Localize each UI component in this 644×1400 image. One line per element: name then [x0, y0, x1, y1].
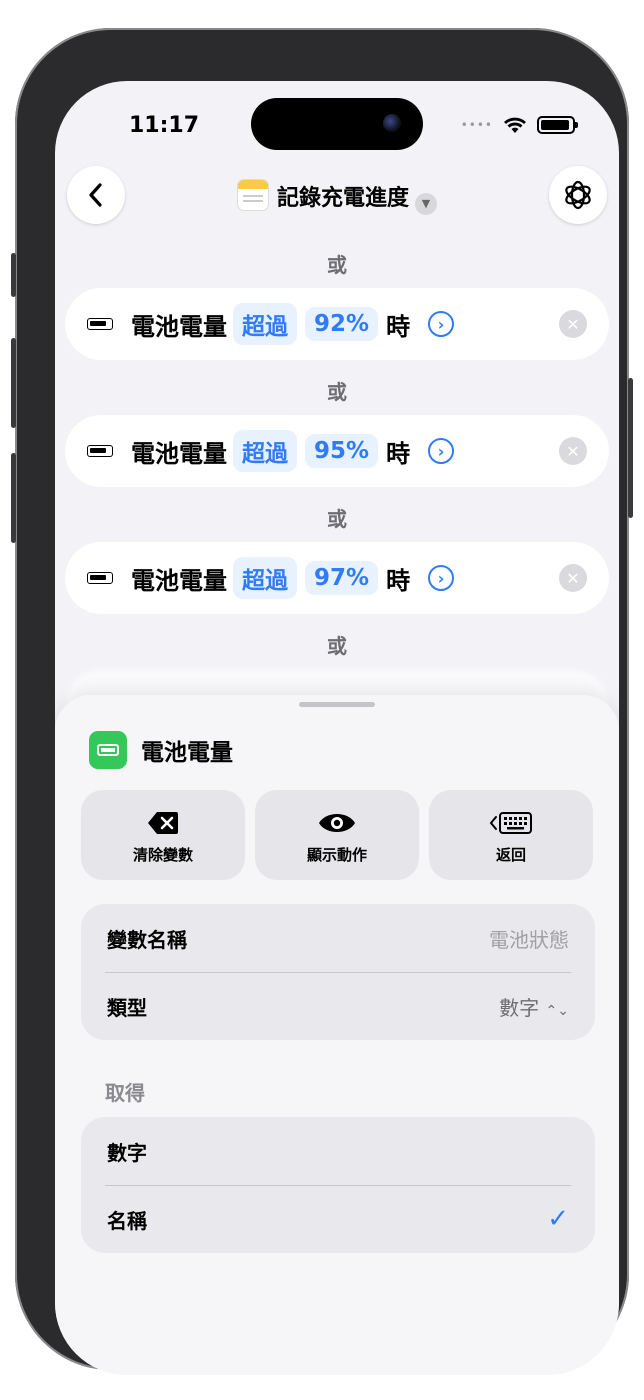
sheet-grabber[interactable]: [299, 702, 375, 707]
battery-status-icon: [537, 116, 578, 134]
eye-icon: [319, 813, 355, 832]
delete-backward-icon: [148, 811, 178, 834]
or-separator: 或: [327, 507, 347, 531]
battery-icon: [87, 445, 113, 457]
battery-icon: [87, 572, 113, 584]
chevron-up-down-icon: ⌃⌄: [545, 1002, 569, 1019]
wifi-icon: [504, 117, 526, 133]
variable-name-row[interactable]: 變數名稱 電池狀態: [81, 904, 595, 972]
variable-type-select[interactable]: 數字 ⌃⌄: [499, 992, 569, 1021]
condition-value[interactable]: 97%: [305, 561, 379, 595]
action-button: [11, 253, 16, 297]
checkmark-icon: ✓: [547, 1204, 569, 1234]
gear-icon: [565, 180, 591, 210]
sheet-title: 電池電量: [141, 740, 233, 766]
signal-icon: ••••: [460, 118, 493, 132]
battery-app-icon: [89, 731, 127, 769]
shortcut-title-text: 記錄充電進度: [276, 186, 409, 211]
status-time: 11:17: [129, 113, 200, 138]
option-name-label: 名稱: [107, 1208, 147, 1233]
condition-operator[interactable]: 超過: [233, 303, 297, 345]
chevron-right-circle-icon[interactable]: ›: [428, 438, 455, 464]
camera-icon: [383, 114, 401, 132]
screen: 11:17 •••• 記錄充電進度 ▼ 或 電池電量 超過 92% 時 › ✕ …: [55, 81, 619, 1375]
volume-up-button: [11, 338, 16, 428]
or-separator: 或: [327, 253, 347, 277]
variable-sheet: 電池電量 清除變數 顯示動作 返回 變數名稱 電池狀態 類型 數字 ⌃⌄ 取得 …: [55, 695, 619, 1375]
clear-variable-label: 清除變數: [132, 845, 193, 864]
return-label: 返回: [495, 845, 526, 864]
condition-operator[interactable]: 超過: [233, 557, 297, 599]
notes-app-icon: [236, 179, 269, 211]
settings-button[interactable]: [549, 166, 607, 224]
condition-label: 電池電量: [131, 312, 227, 341]
status-icons: ••••: [460, 116, 578, 134]
variable-type-label: 類型: [107, 995, 147, 1020]
show-action-label: 顯示動作: [306, 845, 367, 864]
condition-suffix: 時: [386, 312, 411, 341]
condition-row[interactable]: 電池電量 超過 95% 時 › ✕: [65, 415, 609, 487]
chevron-right-circle-icon[interactable]: ›: [428, 311, 455, 337]
remove-condition-button[interactable]: ✕: [559, 564, 587, 592]
battery-icon: [87, 318, 113, 330]
condition-suffix: 時: [386, 566, 411, 595]
power-button: [628, 378, 633, 518]
option-number-label: 數字: [107, 1140, 147, 1165]
phone-frame: 11:17 •••• 記錄充電進度 ▼ 或 電池電量 超過 92% 時 › ✕ …: [11, 28, 633, 1375]
condition-label: 電池電量: [131, 439, 227, 468]
get-options-group: 數字 名稱 ✓: [81, 1117, 595, 1253]
or-separator: 或: [327, 634, 347, 658]
condition-operator[interactable]: 超過: [233, 430, 297, 472]
condition-suffix: 時: [386, 439, 411, 468]
return-button[interactable]: 返回: [429, 790, 593, 880]
chevron-right-circle-icon[interactable]: ›: [428, 565, 455, 591]
option-name[interactable]: 名稱 ✓: [81, 1185, 595, 1253]
get-section-label: 取得: [105, 1081, 145, 1105]
condition-value[interactable]: 95%: [305, 434, 379, 468]
sheet-actions: 清除變數 顯示動作 返回: [81, 790, 593, 880]
condition-row[interactable]: 電池電量 超過 97% 時 › ✕: [65, 542, 609, 614]
sheet-header: 電池電量: [89, 731, 233, 769]
remove-condition-button[interactable]: ✕: [559, 437, 587, 465]
variable-settings-group: 變數名稱 電池狀態 類型 數字 ⌃⌄: [81, 904, 595, 1040]
variable-name-field[interactable]: 電池狀態: [489, 924, 569, 953]
condition-value[interactable]: 92%: [305, 307, 379, 341]
option-number[interactable]: 數字: [81, 1117, 595, 1185]
variable-type-value: 數字: [499, 995, 540, 1020]
keyboard-icon: [489, 811, 532, 834]
dynamic-island: [251, 98, 423, 150]
remove-condition-button[interactable]: ✕: [559, 310, 587, 338]
or-separator: 或: [327, 380, 347, 404]
condition-label: 電池電量: [131, 566, 227, 595]
clear-variable-button[interactable]: 清除變數: [81, 790, 245, 880]
chevron-down-icon: ▼: [415, 193, 437, 215]
variable-type-row[interactable]: 類型 數字 ⌃⌄: [81, 972, 595, 1040]
volume-down-button: [11, 453, 16, 543]
shortcut-title[interactable]: 記錄充電進度 ▼: [55, 179, 619, 215]
variable-name-label: 變數名稱: [107, 927, 187, 952]
show-action-button[interactable]: 顯示動作: [255, 790, 419, 880]
condition-row[interactable]: 電池電量 超過 92% 時 › ✕: [65, 288, 609, 360]
